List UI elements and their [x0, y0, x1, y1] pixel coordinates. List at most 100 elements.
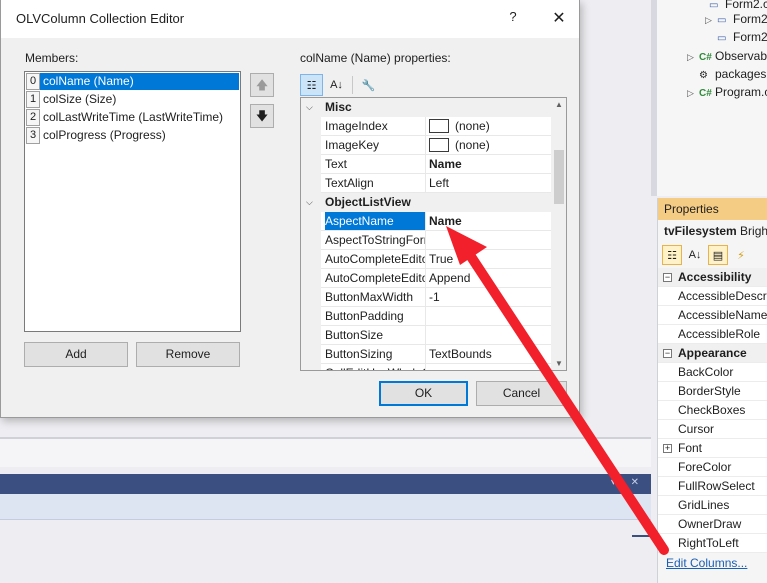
- solution-item[interactable]: ⚙packages.config: [699, 65, 767, 83]
- property-value[interactable]: -1: [429, 288, 549, 306]
- property-value[interactable]: Append: [429, 269, 549, 287]
- add-button[interactable]: Add: [24, 342, 128, 367]
- property-row[interactable]: Text Name: [301, 155, 551, 174]
- collapse-box-icon[interactable]: −: [663, 273, 672, 282]
- collapse-chevron-icon[interactable]: ⌵: [306, 193, 313, 211]
- tool-window-controls[interactable]: ▾ ✕: [611, 477, 645, 488]
- property-row[interactable]: GridLines: [658, 496, 767, 515]
- property-row[interactable]: ImageKey (none): [301, 136, 551, 155]
- property-name: ButtonSize: [325, 328, 384, 342]
- property-pages-wrench-icon[interactable]: 🔧: [357, 74, 380, 96]
- property-row[interactable]: AutoCompleteEditor True: [301, 250, 551, 269]
- property-row[interactable]: CellEditUseWholeCell: [301, 364, 551, 370]
- property-row[interactable]: Cursor: [658, 420, 767, 439]
- members-label: Members:: [25, 51, 79, 65]
- member-item[interactable]: 1 colSize (Size): [26, 91, 119, 109]
- property-row[interactable]: AutoCompleteEditorMode Append: [301, 269, 551, 288]
- image-preview-swatch: [429, 137, 449, 152]
- solution-item[interactable]: ▷C#Program.cs: [687, 83, 767, 101]
- property-value[interactable]: Name: [429, 212, 549, 230]
- property-row[interactable]: ForeColor: [658, 458, 767, 477]
- property-row[interactable]: OwnerDraw: [658, 515, 767, 534]
- category-label: Appearance: [678, 346, 747, 360]
- property-row[interactable]: AccessibleRole: [658, 325, 767, 344]
- properties-view-icon[interactable]: ▤: [708, 245, 728, 265]
- categorized-icon[interactable]: ☷: [662, 245, 682, 265]
- row-gutter: [301, 117, 321, 136]
- property-name: ImageIndex: [325, 119, 388, 133]
- property-row[interactable]: + Font: [658, 439, 767, 458]
- property-row[interactable]: BorderStyle: [658, 382, 767, 401]
- categorized-icon[interactable]: ☷: [300, 74, 323, 96]
- alphabetical-icon[interactable]: A↓: [325, 74, 348, 96]
- column-splitter: [425, 307, 426, 326]
- property-row[interactable]: CheckBoxes: [658, 401, 767, 420]
- property-row[interactable]: ImageIndex (none): [301, 117, 551, 136]
- properties-pane-title[interactable]: Properties: [658, 198, 767, 220]
- member-item[interactable]: 3 colProgress (Progress): [26, 127, 169, 145]
- move-down-button[interactable]: 🡇: [250, 104, 274, 128]
- property-name: BorderStyle: [678, 384, 741, 398]
- expand-arrow-icon[interactable]: ▷: [687, 48, 699, 66]
- property-category[interactable]: − Accessibility: [658, 268, 767, 287]
- properties-object-selector[interactable]: tvFilesystem BrightIdeasSoftware.TreeLis…: [658, 220, 767, 242]
- property-value-text: True: [429, 252, 454, 266]
- property-row[interactable]: TextAlign Left: [301, 174, 551, 193]
- help-button[interactable]: ?: [501, 9, 525, 29]
- property-name: AccessibleDescription: [678, 289, 767, 303]
- property-row[interactable]: AspectName Name: [301, 212, 551, 231]
- property-row[interactable]: BackColor: [658, 363, 767, 382]
- property-name: ForeColor: [678, 460, 732, 474]
- property-category[interactable]: ⌵ ObjectListView: [301, 193, 551, 212]
- column-splitter: [425, 364, 426, 370]
- collapse-chevron-icon[interactable]: ⌵: [306, 98, 313, 116]
- properties-grid: −Accessibility AccessibleDescription Acces…: [658, 268, 767, 553]
- member-index: 0: [26, 73, 40, 90]
- members-list[interactable]: 0 colName (Name) 1 colSize (Size) 2 colLastWr…: [24, 71, 241, 332]
- property-category[interactable]: ⌵ Misc: [301, 98, 551, 117]
- expand-arrow-icon[interactable]: ▷: [705, 11, 717, 29]
- remove-button[interactable]: Remove: [136, 342, 240, 367]
- property-row[interactable]: ButtonSizing TextBounds: [301, 345, 551, 364]
- property-name: AutoCompleteEditor: [325, 252, 425, 266]
- move-up-button[interactable]: 🡅: [250, 73, 274, 97]
- property-row[interactable]: AccessibleDescription: [658, 287, 767, 306]
- expand-box-icon[interactable]: +: [663, 444, 672, 453]
- property-grid-scrollbar[interactable]: ▲ ▼: [551, 98, 566, 370]
- property-row[interactable]: AccessibleName: [658, 306, 767, 325]
- property-value[interactable]: (none): [429, 136, 549, 154]
- tool-window-titlebar[interactable]: ▾ ✕: [0, 474, 651, 494]
- close-button[interactable]: ✕: [545, 6, 573, 32]
- property-row[interactable]: ButtonPadding: [301, 307, 551, 326]
- collapse-box-icon[interactable]: −: [663, 349, 672, 358]
- member-label: colName (Name): [40, 73, 239, 90]
- property-row[interactable]: RightToLeft: [658, 534, 767, 553]
- property-row[interactable]: AspectToStringFormat: [301, 231, 551, 250]
- tool-window-tab-indicator: [632, 535, 651, 537]
- expand-arrow-icon[interactable]: ▷: [687, 84, 699, 102]
- member-label: colProgress (Progress): [43, 128, 166, 142]
- ok-button[interactable]: OK: [379, 381, 468, 406]
- property-row[interactable]: ButtonMaxWidth -1: [301, 288, 551, 307]
- solution-item[interactable]: ▭Form2.resx: [717, 28, 767, 46]
- property-name: CellEditUseWholeCell: [325, 364, 425, 370]
- property-value[interactable]: TextBounds: [429, 345, 549, 363]
- property-value[interactable]: (none): [429, 117, 549, 135]
- property-value[interactable]: Name: [429, 155, 549, 173]
- property-category[interactable]: − Appearance: [658, 344, 767, 363]
- scroll-down-icon[interactable]: ▼: [555, 359, 563, 368]
- member-item[interactable]: 0 colName (Name): [26, 73, 239, 91]
- property-row[interactable]: ButtonSize: [301, 326, 551, 345]
- property-value[interactable]: True: [429, 250, 549, 268]
- events-icon[interactable]: ⚡: [731, 245, 751, 265]
- solution-item[interactable]: ▷▭Form2.Designer.cs: [705, 10, 767, 28]
- cancel-button[interactable]: Cancel: [476, 381, 567, 406]
- alphabetical-icon[interactable]: A↓: [685, 245, 705, 265]
- edit-columns-link[interactable]: Edit Columns...: [666, 556, 747, 570]
- scroll-thumb[interactable]: [554, 150, 564, 204]
- property-value[interactable]: Left: [429, 174, 549, 192]
- property-row[interactable]: FullRowSelect: [658, 477, 767, 496]
- member-item[interactable]: 2 colLastWriteTime (LastWriteTime): [26, 109, 226, 127]
- solution-item[interactable]: ▷C#ObservableObject.cs: [687, 47, 767, 65]
- scroll-up-icon[interactable]: ▲: [555, 100, 563, 109]
